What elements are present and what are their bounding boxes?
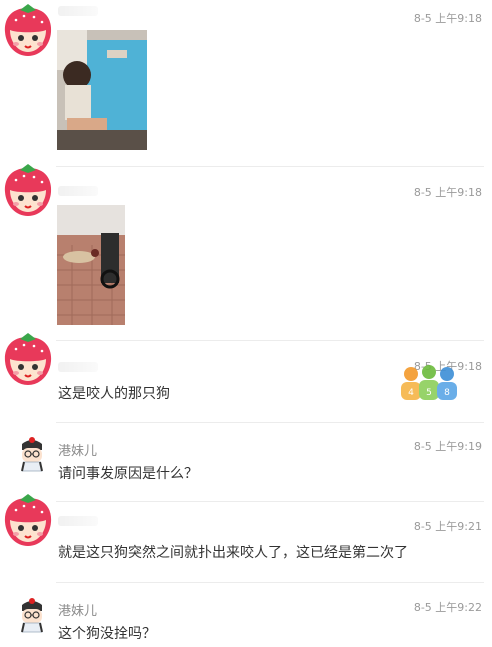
message-divider — [56, 422, 484, 423]
child-injury-photo[interactable] — [57, 30, 147, 150]
sender-name[interactable]: 港妹儿 — [58, 600, 97, 619]
chat-message: 8-5 上午9:18 — [0, 0, 492, 158]
reporter-avatar-icon[interactable] — [16, 597, 48, 633]
message-text: 请问事发原因是什么？ — [58, 466, 198, 482]
message-text: 这个狗没拴吗？ — [58, 626, 156, 642]
chat-message: 8-5 上午9:21 就是这只狗突然之间就扑出来咬人了，这已经是第二次了 — [0, 488, 492, 576]
message-time: 8-5 上午9:19 — [413, 440, 482, 453]
strawberry-avatar-icon[interactable] — [0, 331, 56, 387]
chat-message: 港妹儿 8-5 上午9:19 请问事发原因是什么？ — [0, 424, 492, 484]
message-time: 8-5 上午9:18 — [413, 12, 482, 25]
message-time: 8-5 上午9:21 — [413, 520, 482, 533]
message-time: 8-5 上午9:22 — [413, 601, 482, 614]
dog-on-sidewalk-photo[interactable] — [57, 205, 125, 325]
message-time: 8-5 上午9:18 — [413, 186, 482, 199]
blurred-username — [58, 6, 98, 16]
message-divider — [56, 582, 484, 583]
blurred-username — [58, 362, 98, 372]
sender-name[interactable]: 港妹儿 — [58, 440, 97, 459]
watermark-digit: 5 — [426, 388, 432, 398]
chat-message: 8-5 上午9:18 — [0, 158, 492, 336]
chat-message: 港妹儿 8-5 上午9:22 这个狗没拴吗？ — [0, 585, 492, 647]
people-logo-watermark-icon: 4 5 8 — [397, 362, 467, 418]
chat-page: { "messages": [ {"kind": "image", "time"… — [0, 0, 492, 647]
watermark-digit: 4 — [408, 388, 414, 398]
watermark-digit: 8 — [444, 388, 450, 398]
blurred-username — [58, 186, 98, 196]
strawberry-avatar-icon[interactable] — [0, 492, 56, 548]
blurred-username — [58, 516, 98, 526]
message-text: 这是咬人的那只狗 — [58, 386, 170, 402]
strawberry-avatar-icon[interactable] — [0, 2, 56, 58]
reporter-avatar-icon[interactable] — [16, 436, 48, 472]
strawberry-avatar-icon[interactable] — [0, 162, 56, 218]
message-text: 就是这只狗突然之间就扑出来咬人了，这已经是第二次了 — [58, 545, 408, 561]
